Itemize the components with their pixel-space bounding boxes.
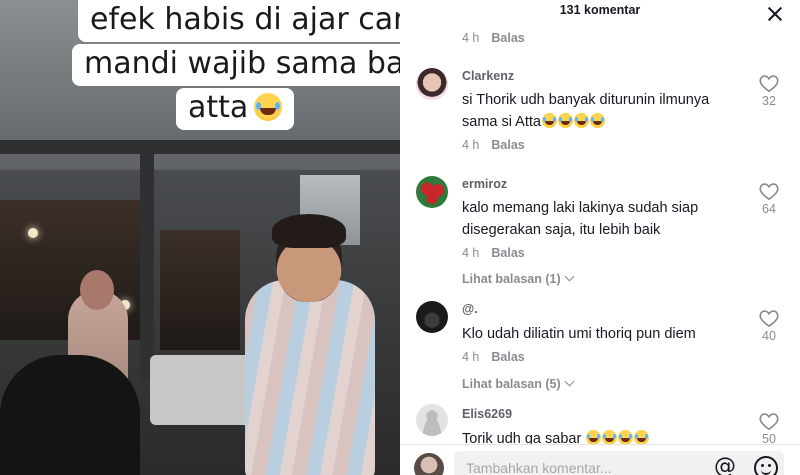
grinning-sweat-emoji-icon	[589, 113, 605, 128]
video-person-man-hair	[272, 214, 346, 248]
video-beam	[0, 140, 400, 154]
caption-text: efek habis di ajar cara	[90, 2, 400, 37]
comment-username[interactable]: Elis6269	[462, 407, 512, 421]
view-replies-label: Lihat balasan (1)	[462, 272, 561, 286]
comment-input[interactable]	[464, 457, 708, 475]
video-caption-line: atta	[176, 88, 295, 130]
comment-input-container[interactable]: @	[454, 451, 784, 475]
comment-text: Torik udh ga sabar	[462, 428, 742, 444]
comment-time: 4 h	[462, 138, 480, 152]
like-count: 64	[762, 202, 776, 216]
current-user-avatar	[414, 453, 444, 475]
reply-button[interactable]: Balas	[491, 350, 524, 364]
heart-icon	[759, 183, 779, 200]
grinning-sweat-emoji-icon	[634, 430, 650, 444]
reply-button[interactable]: Balas	[491, 31, 524, 45]
comments-count-title: 131 komentar	[559, 3, 641, 17]
video-cabinet	[160, 230, 240, 350]
comment-text-line: kalo memang laki lakinya sudah siap	[462, 200, 699, 216]
comment-item: Elis6269 Torik udh ga sabar 50	[400, 402, 800, 444]
comment-meta: 4 h Balas	[462, 31, 525, 45]
heart-icon	[759, 413, 779, 430]
grinning-sweat-emoji-icon	[618, 430, 634, 444]
video-player[interactable]: efek habis di ajar cara mandi wajib sama…	[0, 0, 400, 475]
close-icon[interactable]	[766, 5, 784, 23]
like-button[interactable]: 40	[754, 309, 784, 343]
comment-text-part: Torik udh ga sabar	[462, 431, 582, 444]
grinning-sweat-emoji-icon	[557, 113, 573, 128]
chevron-down-icon	[564, 376, 575, 387]
comment-text-line: Torik udh ga sabar	[462, 428, 742, 444]
grinning-sweat-emoji-icon	[573, 113, 589, 128]
comment-time: 4 h	[462, 31, 480, 45]
avatar[interactable]	[416, 301, 448, 333]
reply-button[interactable]: Balas	[491, 138, 524, 152]
video-caption-line: mandi wajib sama bang	[72, 44, 400, 86]
heart-icon	[759, 75, 779, 92]
comment-text: Klo udah diliatin umi thoriq pun diem	[462, 323, 742, 345]
video-person-man	[245, 280, 375, 475]
comment-input-bar: @	[400, 444, 800, 475]
mention-at-icon[interactable]: @	[714, 456, 736, 475]
comment-text: kalo memang laki lakinya sudah siap dise…	[462, 197, 742, 241]
comment-text-part: sama si Atta	[462, 114, 541, 130]
comments-header: 131 komentar	[400, 0, 800, 24]
heart-icon	[759, 310, 779, 327]
comment-text-line: si Thorik udh banyak diturunin ilmunya	[462, 92, 710, 108]
avatar[interactable]	[416, 404, 448, 436]
laughing-emoji-icon	[254, 93, 283, 121]
comment-item: @. Klo udah diliatin umi thoriq pun diem…	[400, 297, 800, 397]
comment-text-line: disegerakan saja, itu lebih baik	[462, 222, 661, 238]
comment-item: ermiroz kalo memang laki lakinya sudah s…	[400, 170, 800, 295]
comment-time: 4 h	[462, 246, 480, 260]
caption-text: mandi wajib sama bang	[84, 46, 400, 81]
view-replies-button[interactable]: Lihat balasan (5)	[462, 376, 575, 391]
video-pillar	[140, 150, 154, 380]
grinning-sweat-emoji-icon	[602, 430, 618, 444]
comment-text-line: Klo udah diliatin umi thoriq pun diem	[462, 326, 696, 342]
chevron-down-icon	[564, 271, 575, 282]
like-count: 32	[762, 94, 776, 108]
comment-meta: 4 h Balas	[462, 350, 525, 364]
reply-button[interactable]: Balas	[491, 246, 524, 260]
video-caption-line: efek habis di ajar cara	[78, 0, 400, 42]
avatar[interactable]	[416, 176, 448, 208]
like-button[interactable]: 50	[754, 412, 784, 444]
caption-text: atta	[188, 90, 249, 125]
comment-item: Clarkenz si Thorik udh banyak diturunin …	[400, 62, 800, 157]
comment-time: 4 h	[462, 350, 480, 364]
comment-username[interactable]: Clarkenz	[462, 69, 514, 83]
grinning-sweat-emoji-icon	[586, 430, 602, 444]
comment-text-line: sama si Atta	[462, 111, 742, 133]
comment-username[interactable]: @.	[462, 302, 478, 316]
video-person-woman-head	[80, 270, 114, 310]
avatar[interactable]	[416, 68, 448, 100]
emoji-smile-icon[interactable]	[754, 456, 778, 475]
comment-meta: 4 h Balas	[462, 246, 525, 260]
like-count: 50	[762, 432, 776, 444]
comments-panel: 131 komentar 4 h Balas Clarkenz si Thorik…	[400, 0, 800, 475]
comment-meta: 4 h Balas	[462, 138, 525, 152]
comment-text: si Thorik udh banyak diturunin ilmunya s…	[462, 89, 742, 133]
video-lamp	[28, 228, 38, 238]
like-button[interactable]: 32	[754, 74, 784, 108]
view-replies-button[interactable]: Lihat balasan (1)	[462, 271, 575, 286]
grinning-sweat-emoji-icon	[541, 113, 557, 128]
like-button[interactable]: 64	[754, 182, 784, 216]
like-count: 40	[762, 329, 776, 343]
comment-username[interactable]: ermiroz	[462, 177, 507, 191]
view-replies-label: Lihat balasan (5)	[462, 377, 561, 391]
video-foreground	[0, 355, 140, 475]
